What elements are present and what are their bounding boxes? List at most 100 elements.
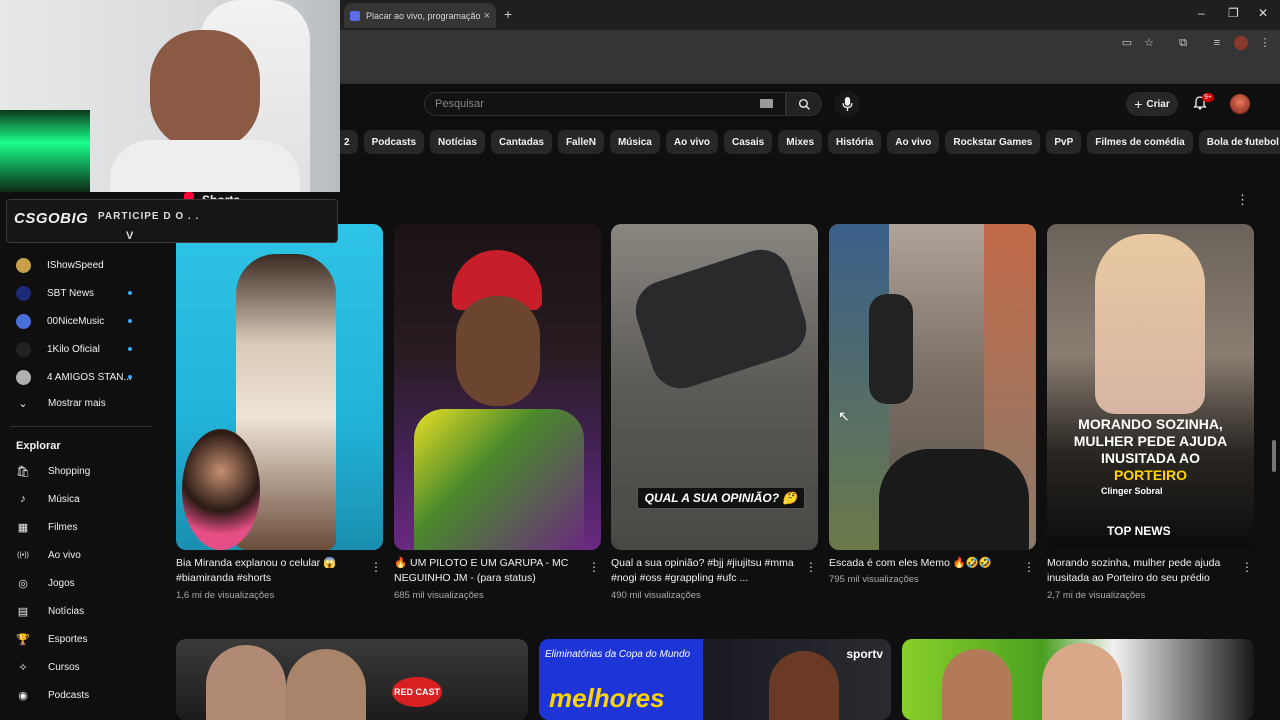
explore-label: Ao vivo: [48, 549, 81, 561]
news-icon: ▤: [17, 605, 29, 618]
thumbnail-motorbike: [869, 294, 913, 404]
new-content-dot: [128, 375, 132, 379]
tab-close-icon[interactable]: ×: [484, 10, 490, 22]
thumbnail-handlebar: [879, 449, 1029, 550]
filter-chip[interactable]: Notícias: [430, 130, 485, 154]
bookmark-star-icon[interactable]: ☆: [1142, 36, 1156, 50]
short-views: 685 mil visualizações: [394, 590, 484, 601]
subscription-item[interactable]: IShowSpeed: [16, 254, 160, 276]
channel-avatar: [16, 369, 31, 385]
close-window-button[interactable]: ✕: [1258, 6, 1268, 20]
subscription-item[interactable]: 00NiceMusic: [16, 310, 160, 332]
filter-chip[interactable]: Podcasts: [363, 130, 425, 154]
restore-button[interactable]: ❐: [1228, 6, 1239, 20]
short-thumbnail-3[interactable]: QUAL A SUA OPINIÃO? 🤔: [611, 224, 818, 550]
explore-item[interactable]: ▦ Filmes: [16, 516, 160, 538]
filter-chip[interactable]: PvP: [1046, 130, 1082, 154]
short-thumbnail-2[interactable]: [394, 224, 601, 550]
filter-chip[interactable]: Bola de futebol: [1198, 130, 1280, 154]
explore-item[interactable]: ◉ Podcasts: [16, 684, 160, 706]
filter-chip[interactable]: História: [828, 130, 882, 154]
chips-next-arrow-icon[interactable]: ›: [1244, 134, 1248, 148]
create-button[interactable]: + Criar: [1126, 92, 1178, 116]
podcast-icon: ◉: [18, 689, 28, 702]
minimize-button[interactable]: –: [1198, 6, 1205, 20]
microphone-icon: [841, 97, 853, 111]
explore-item[interactable]: ▤ Notícias: [16, 600, 160, 622]
explore-item[interactable]: ♪ Música: [16, 488, 160, 510]
media-control-icon[interactable]: ≡: [1210, 36, 1224, 50]
explore-item[interactable]: ◎ Jogos: [16, 572, 160, 594]
filter-chip[interactable]: Música: [609, 130, 660, 154]
short-title[interactable]: Morando sozinha, mulher pede ajuda inusi…: [1047, 556, 1233, 586]
tab-favicon-icon: [350, 10, 360, 21]
thumbnail-fighters: [627, 241, 815, 397]
channel-tag: Clinger Sobral: [1101, 486, 1163, 496]
top-news-logo: TOP NEWS: [1107, 524, 1171, 538]
filter-chip[interactable]: Rockstar Games: [945, 130, 1041, 154]
filter-chip[interactable]: Casais: [724, 130, 773, 154]
shopping-bag-icon: 🛍: [16, 465, 30, 478]
section-more-icon[interactable]: ⋮: [1236, 192, 1249, 208]
page-scrollbar[interactable]: [1272, 440, 1276, 472]
user-avatar[interactable]: [1230, 94, 1250, 114]
search-placeholder: Pesquisar: [435, 98, 484, 110]
filter-chip[interactable]: FalleN: [557, 130, 604, 154]
show-more-button[interactable]: ⌄ Mostrar mais: [16, 392, 160, 414]
search-button[interactable]: [786, 92, 822, 116]
keyboard-icon[interactable]: [760, 99, 773, 108]
short-more-icon[interactable]: ⋮: [370, 560, 382, 574]
short-more-icon[interactable]: ⋮: [1023, 560, 1035, 574]
explore-item[interactable]: ✧ Cursos: [16, 656, 160, 678]
profile-icon[interactable]: [1234, 36, 1248, 50]
short-more-icon[interactable]: ⋮: [805, 560, 817, 574]
video-thumbnail-1[interactable]: RED CAST: [176, 639, 528, 720]
short-title[interactable]: Escada é com eles Memo 🔥🤣🤣: [829, 556, 1015, 571]
short-more-icon[interactable]: ⋮: [588, 560, 600, 574]
thumbnail-figure: [1095, 234, 1205, 414]
short-views: 2,7 mi de visualizações: [1047, 590, 1146, 601]
explore-item[interactable]: 🛍 Shopping: [16, 460, 160, 482]
subscription-item[interactable]: SBT News: [16, 282, 160, 304]
filter-chip[interactable]: Ao vivo: [887, 130, 940, 154]
cast-icon[interactable]: ▭: [1120, 36, 1134, 50]
eliminatorias-headline: melhores: [549, 683, 665, 713]
explore-label: Shopping: [48, 465, 91, 477]
voice-search-button[interactable]: [834, 91, 860, 117]
short-more-icon[interactable]: ⋮: [1241, 560, 1253, 574]
thumbnail-person: [286, 649, 366, 720]
short-thumbnail-5[interactable]: MORANDO SOZINHA, MULHER PEDE AJUDA INUSI…: [1047, 224, 1254, 550]
browser-menu-icon[interactable]: ⋮: [1258, 36, 1272, 50]
webcam-streamer: [150, 30, 260, 150]
short-title[interactable]: Bia Miranda explanou o celular 😱 #biamir…: [176, 556, 362, 586]
short-views: 1,6 mi de visualizações: [176, 590, 275, 601]
explore-label: Podcasts: [48, 689, 90, 701]
new-content-dot: [128, 347, 132, 351]
filter-chip[interactable]: Cantadas: [490, 130, 552, 154]
plus-icon: +: [1134, 96, 1143, 112]
show-more-label: Mostrar mais: [48, 397, 106, 409]
subscription-item[interactable]: 1Kilo Oficial: [16, 338, 160, 360]
short-thumbnail-4[interactable]: [829, 224, 1036, 550]
short-title[interactable]: Qual a sua opinião? #bjj #jiujitsu #mma …: [611, 556, 797, 586]
explore-label: Filmes: [48, 521, 78, 533]
filter-chip[interactable]: Filmes de comédia: [1087, 130, 1193, 154]
channel-avatar: [16, 313, 31, 329]
new-tab-button[interactable]: +: [504, 6, 512, 22]
short-title[interactable]: 🔥 UM PILOTO E UM GARUPA - MC NEGUINHO JM…: [394, 556, 580, 586]
thumbnail-face: [456, 296, 540, 406]
video-thumbnail-2[interactable]: Eliminatórias da Copa do Mundo melhores …: [539, 639, 891, 720]
extensions-icon[interactable]: ⧉: [1176, 36, 1190, 50]
short-thumbnail-1[interactable]: [176, 224, 383, 550]
search-input[interactable]: Pesquisar: [424, 92, 786, 116]
search-icon: [798, 98, 810, 110]
channel-avatar: [16, 257, 31, 273]
browser-tab[interactable]: Placar ao vivo, programação & ×: [344, 3, 496, 28]
filter-chip[interactable]: Ao vivo: [665, 130, 718, 154]
subscription-item[interactable]: 4 AMIGOS STAN...: [16, 366, 160, 388]
explore-label: Esportes: [48, 633, 88, 645]
filter-chip[interactable]: Mixes: [778, 130, 823, 154]
explore-item[interactable]: 🏆 Esportes: [16, 628, 160, 650]
explore-item[interactable]: ((•)) Ao vivo: [16, 544, 160, 566]
video-thumbnail-3[interactable]: [902, 639, 1254, 720]
